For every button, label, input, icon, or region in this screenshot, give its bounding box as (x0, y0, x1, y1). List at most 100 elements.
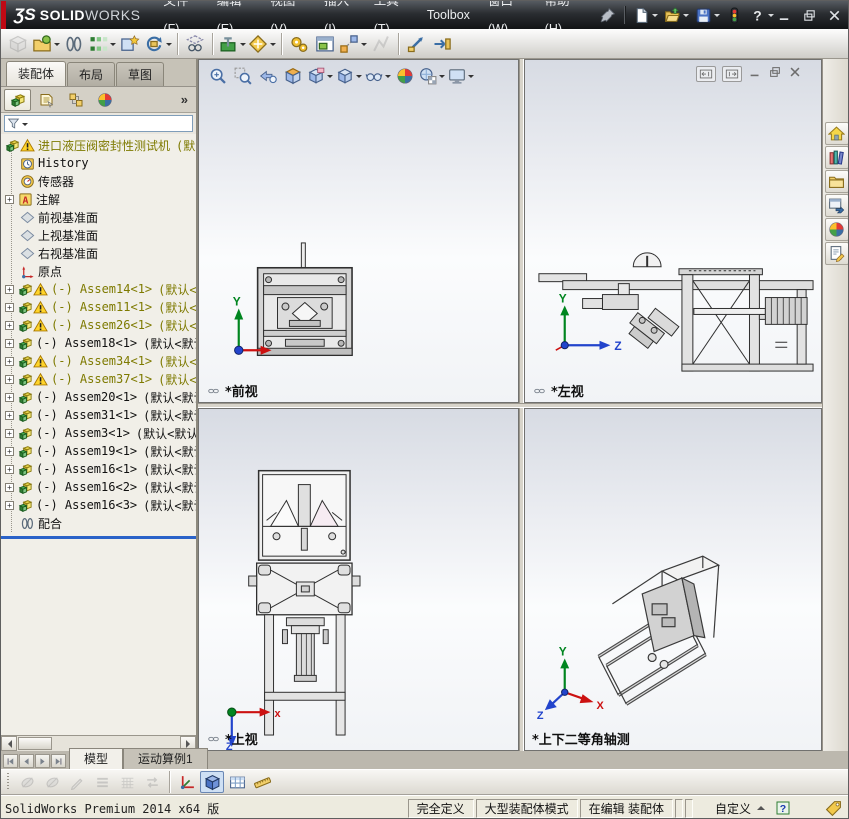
tree-item[interactable]: 右视基准面 (1, 244, 196, 262)
viewport-top[interactable]: x Z *上视 (198, 408, 519, 751)
view-cube-button[interactable] (200, 771, 224, 793)
coordinate-axes-button[interactable] (175, 771, 199, 793)
instant-3d-button[interactable] (403, 31, 429, 57)
expand-toggle[interactable]: + (5, 446, 14, 456)
save-dropdown[interactable] (714, 14, 720, 20)
viewport-dimetric[interactable]: Y X Z *上下二等角轴测 (524, 408, 822, 751)
tree-item[interactable]: + (-) Assem26<1> (默认<默 (1, 316, 196, 334)
apply-scene-dropdown[interactable] (439, 75, 445, 81)
view-settings-button[interactable] (447, 64, 475, 88)
display-lines-button[interactable] (90, 771, 114, 793)
tree-item[interactable]: + (-) Assem14<1> (默认<默 (1, 280, 196, 298)
minimize-window-button[interactable] (777, 8, 792, 23)
apply-scene-button[interactable] (418, 64, 446, 88)
edit-component-button[interactable] (5, 31, 31, 57)
expand-toggle[interactable]: + (5, 302, 14, 312)
linear-component-pattern-dropdown[interactable] (110, 42, 116, 49)
display-style-button[interactable] (335, 64, 363, 88)
filter-driving-button[interactable] (40, 771, 64, 793)
panel-tab-featuremanager-tree[interactable] (4, 88, 31, 111)
insert-components-dropdown[interactable] (54, 42, 60, 49)
panel-tabs-expand-chevron[interactable]: » (181, 92, 191, 107)
view-palette-button[interactable] (824, 194, 848, 217)
tree-item[interactable]: 前视基准面 (1, 208, 196, 226)
exploded-view-button[interactable] (338, 31, 368, 57)
tree-item[interactable]: + (-) Assem18<1> (默认<默认_ (1, 334, 196, 352)
custom-dropdown-icon[interactable] (757, 802, 765, 810)
section-view-button[interactable] (281, 64, 305, 88)
expand-toggle[interactable]: + (5, 464, 14, 474)
new-motion-study-button[interactable] (286, 31, 312, 57)
expand-toggle[interactable]: + (5, 410, 14, 420)
panel-tab-displaymanager[interactable] (91, 89, 118, 111)
insert-components-button[interactable] (31, 31, 61, 57)
tree-item[interactable]: + A 注解 (1, 190, 196, 208)
minimize-doc-button[interactable] (748, 65, 762, 82)
tree-item[interactable]: History (1, 154, 196, 172)
expand-toggle[interactable]: + (5, 320, 14, 330)
expand-toggle[interactable]: + (5, 374, 14, 384)
menu-toolbox[interactable]: Toolbox (418, 1, 479, 29)
tree-item[interactable]: 配合 (1, 514, 196, 532)
zoom-to-area-button[interactable] (231, 64, 255, 88)
split-left-button[interactable] (696, 65, 716, 82)
tree-item[interactable]: + (-) Assem11<1> (默认<默 (1, 298, 196, 316)
assembly-window-button[interactable] (312, 31, 338, 57)
viewport-left[interactable]: Y Z *左视 (524, 59, 822, 403)
measure-ruler-button[interactable] (250, 771, 274, 793)
expand-toggle[interactable]: + (5, 194, 14, 204)
nav-previous-button[interactable] (19, 754, 34, 768)
save-button[interactable] (692, 5, 723, 26)
nav-next-button[interactable] (35, 754, 50, 768)
viewport-front[interactable]: Y *前视 (198, 59, 519, 403)
restore-doc-button[interactable] (768, 65, 782, 82)
tab-sketch[interactable]: 草图 (116, 62, 165, 86)
custom-properties-button[interactable] (824, 242, 848, 265)
tree-item[interactable]: + (-) Assem3<1> (默认<默认_ (1, 424, 196, 442)
tree-filter-input[interactable] (4, 115, 193, 132)
tab-motion-study-1[interactable]: 运动算例1 (123, 748, 208, 769)
view-settings-dropdown[interactable] (468, 75, 474, 81)
display-style-dropdown[interactable] (356, 75, 362, 81)
restore-window-button[interactable] (802, 8, 817, 23)
filter-animation-button[interactable] (15, 771, 39, 793)
file-explorer-button[interactable] (824, 170, 848, 193)
explode-line-sketch-button[interactable] (368, 31, 394, 57)
reference-geometry-button[interactable] (247, 31, 277, 57)
grid-table-button[interactable] (225, 771, 249, 793)
view-orientation-dropdown[interactable] (327, 75, 333, 81)
expand-toggle[interactable]: + (5, 482, 14, 492)
traffic-light-button[interactable] (723, 5, 746, 26)
expand-toggle[interactable]: + (5, 356, 14, 366)
assembly-features-button[interactable] (217, 31, 247, 57)
nav-first-button[interactable] (3, 754, 18, 768)
new-document-dropdown[interactable] (652, 14, 658, 20)
filter-dropdown[interactable] (22, 122, 28, 129)
tab-model[interactable]: 模型 (69, 748, 124, 769)
new-document-button[interactable] (630, 5, 661, 26)
tree-item[interactable]: + (-) Assem16<1> (默认<默认_ (1, 460, 196, 478)
exploded-view-dropdown[interactable] (361, 42, 367, 49)
filter-results-button[interactable] (65, 771, 89, 793)
previous-view-button[interactable] (256, 64, 280, 88)
tab-layout[interactable]: 布局 (67, 62, 116, 86)
edit-appearance-button[interactable] (393, 64, 417, 88)
panel-tab-configurationmanager[interactable] (62, 89, 89, 111)
home-button[interactable] (824, 122, 848, 145)
expand-toggle[interactable]: + (5, 428, 14, 438)
swap-views-button[interactable] (140, 771, 164, 793)
split-right-button[interactable] (722, 65, 742, 82)
tree-item[interactable]: 进口液压阀密封性测试机 (默 (1, 136, 196, 154)
tag-button[interactable] (825, 800, 842, 817)
scrollbar-thumb[interactable] (18, 737, 52, 750)
open-document-dropdown[interactable] (683, 14, 689, 20)
design-library-button[interactable] (824, 146, 848, 169)
tree-item[interactable]: + (-) Assem16<3> (默认<默认_ (1, 496, 196, 514)
close-doc-button[interactable] (788, 65, 802, 82)
tree-item[interactable]: 原点 (1, 262, 196, 280)
move-component-button[interactable] (143, 31, 173, 57)
toolbar-drag-handle[interactable] (7, 773, 9, 791)
scroll-left-button[interactable] (1, 736, 17, 751)
expand-toggle[interactable]: + (5, 500, 14, 510)
expand-toggle[interactable]: + (5, 338, 14, 348)
